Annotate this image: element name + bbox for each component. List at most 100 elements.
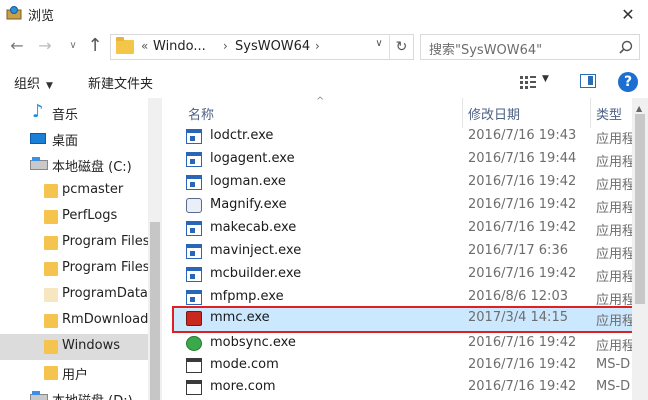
view-options-icon[interactable]	[520, 75, 536, 89]
search-icon[interactable]	[619, 40, 633, 54]
caret-down-icon: ▼	[46, 81, 53, 91]
search-input[interactable]: 搜索"SysWOW64"	[429, 39, 542, 58]
new-folder-button[interactable]: 新建文件夹	[88, 73, 153, 92]
breadcrumb-separator[interactable]: ›	[315, 39, 320, 53]
back-button[interactable]: ←	[6, 34, 28, 56]
file-type: MS-D	[596, 379, 631, 394]
file-row[interactable]: makecab.exe 2016/7/16 19:42 应用程	[174, 218, 636, 240]
file-type: 应用程	[596, 224, 636, 239]
file-row[interactable]: mavinject.exe 2016/7/17 6:36 应用程	[174, 241, 636, 263]
caret-down-icon[interactable]: ▼	[542, 74, 549, 84]
address-bar[interactable]: « Windo... › SysWOW64 › ∨ ↻	[110, 34, 414, 60]
file-date: 2016/7/16 19:42	[468, 266, 577, 281]
nav-item-program-files-x86[interactable]: Program Files	[0, 256, 150, 282]
file-type: 应用程	[596, 293, 636, 308]
mmc-icon	[186, 311, 202, 326]
arrow-right-icon: →	[38, 35, 52, 55]
nav-item-program-files[interactable]: Program Files	[0, 230, 150, 256]
file-date: 2016/7/16 19:42	[468, 197, 577, 212]
nav-item-perflogs[interactable]: PerfLogs	[0, 204, 148, 230]
forward-button[interactable]: →	[34, 34, 56, 56]
up-button[interactable]: ↑	[84, 34, 106, 56]
preview-pane-icon[interactable]	[580, 74, 596, 88]
exe-icon	[186, 290, 202, 305]
search-box[interactable]: 搜索"SysWOW64"	[420, 34, 640, 60]
exe-icon	[186, 152, 202, 167]
file-type: 应用程	[596, 247, 636, 262]
file-date: 2016/7/16 19:42	[468, 335, 577, 350]
file-name: mode.com	[210, 357, 279, 372]
nav-item-pcmaster[interactable]: pcmaster	[0, 178, 148, 204]
column-divider[interactable]	[590, 98, 591, 128]
navigation-bar: ← → ∨ ↑ « Windo... › SysWOW64 › ∨ ↻ 搜索"S…	[0, 30, 648, 62]
breadcrumb-windows[interactable]: Windo...	[153, 39, 206, 54]
recent-locations-button[interactable]: ∨	[62, 34, 84, 56]
file-name: logagent.exe	[210, 151, 295, 166]
file-name: Magnify.exe	[210, 197, 287, 212]
refresh-button[interactable]: ↻	[389, 34, 413, 60]
nav-item-drive-d[interactable]: 本地磁盘 (D:)	[0, 386, 148, 400]
close-button[interactable]: ✕	[608, 0, 648, 28]
file-type: 应用程	[596, 339, 636, 354]
file-row[interactable]: mobsync.exe 2016/7/16 19:42 应用程	[174, 333, 636, 355]
folder-icon	[116, 37, 134, 54]
organize-menu[interactable]: 组织 ▼	[14, 73, 53, 92]
breadcrumb-overflow[interactable]: «	[141, 39, 148, 53]
folder-icon	[44, 314, 58, 328]
nav-item-label: 用户	[62, 368, 89, 383]
nav-item-desktop[interactable]: 桌面	[0, 126, 148, 152]
file-type: 应用程	[596, 132, 636, 147]
file-row[interactable]: mode.com 2016/7/16 19:42 MS-D	[174, 355, 634, 377]
nav-item-windows[interactable]: Windows	[0, 334, 148, 360]
nav-scrollbar-thumb[interactable]	[150, 222, 160, 400]
folder-icon	[44, 288, 58, 302]
navigation-pane: ♪ 音乐 桌面 本地磁盘 (C:) pcmaster PerfLogs Prog…	[0, 98, 162, 400]
column-header-date[interactable]: 修改日期	[468, 104, 520, 128]
exe-icon	[186, 129, 202, 144]
file-row[interactable]: logman.exe 2016/7/16 19:42 应用程	[174, 172, 636, 194]
refresh-icon: ↻	[395, 39, 408, 55]
exe-icon	[186, 244, 202, 259]
exe-icon	[186, 267, 202, 282]
file-row[interactable]: lodctr.exe 2016/7/16 19:43 应用程	[174, 126, 636, 148]
folder-icon	[44, 184, 58, 198]
breadcrumb-separator[interactable]: ›	[223, 39, 228, 53]
chevron-down-icon: ∨	[69, 39, 77, 51]
help-icon[interactable]: ?	[618, 72, 638, 92]
scroll-up-icon[interactable]: ▲	[636, 104, 642, 113]
file-date: 2016/7/16 19:42	[468, 379, 577, 394]
nav-item-programdata[interactable]: ProgramData	[0, 282, 148, 308]
breadcrumb-syswow64[interactable]: SysWOW64	[235, 39, 310, 54]
title-bar: 浏览 ✕	[0, 0, 648, 28]
file-list-scrollbar-thumb[interactable]	[635, 114, 645, 304]
file-row[interactable]: Magnify.exe 2016/7/16 19:42 应用程	[174, 195, 635, 217]
column-divider[interactable]	[462, 98, 463, 128]
nav-item-music[interactable]: ♪ 音乐	[0, 100, 148, 126]
file-type: 应用程	[596, 270, 636, 285]
file-type: 应用程	[596, 178, 636, 193]
nav-item-label: Program Files	[62, 234, 150, 249]
file-row[interactable]: more.com 2016/7/16 19:42 MS-D	[174, 377, 634, 399]
column-header-type[interactable]: 类型	[596, 104, 622, 128]
file-type: 应用程	[596, 155, 636, 170]
file-type: 应用程	[596, 314, 636, 329]
nav-item-label: ProgramData	[62, 286, 148, 301]
command-bar: 组织 ▼ 新建文件夹 ▼ ?	[0, 66, 648, 98]
nav-item-users[interactable]: 用户	[0, 360, 148, 386]
file-row[interactable]: logagent.exe 2016/7/16 19:44 应用程	[174, 149, 636, 171]
file-row[interactable]: mcbuilder.exe 2016/7/16 19:42 应用程	[174, 264, 636, 286]
file-date: 2016/7/16 19:42	[468, 357, 577, 372]
file-name: more.com	[210, 379, 276, 394]
folder-icon	[44, 210, 58, 224]
file-row[interactable]: mfpmp.exe 2016/8/6 12:03 应用程	[174, 287, 636, 309]
nav-item-drive-c[interactable]: 本地磁盘 (C:)	[0, 152, 148, 178]
nav-item-rmdownload[interactable]: RmDownload	[0, 308, 148, 334]
arrow-left-icon: ←	[10, 35, 24, 55]
drive-icon	[30, 157, 48, 170]
file-date: 2016/7/16 19:42	[468, 220, 577, 235]
address-dropdown-button[interactable]: ∨	[371, 38, 387, 49]
column-header-name[interactable]: 名称	[188, 104, 214, 128]
file-name: lodctr.exe	[210, 128, 274, 143]
exe-icon	[186, 175, 202, 190]
file-row-selected[interactable]: mmc.exe 2017/3/4 14:15 应用程	[172, 306, 636, 333]
